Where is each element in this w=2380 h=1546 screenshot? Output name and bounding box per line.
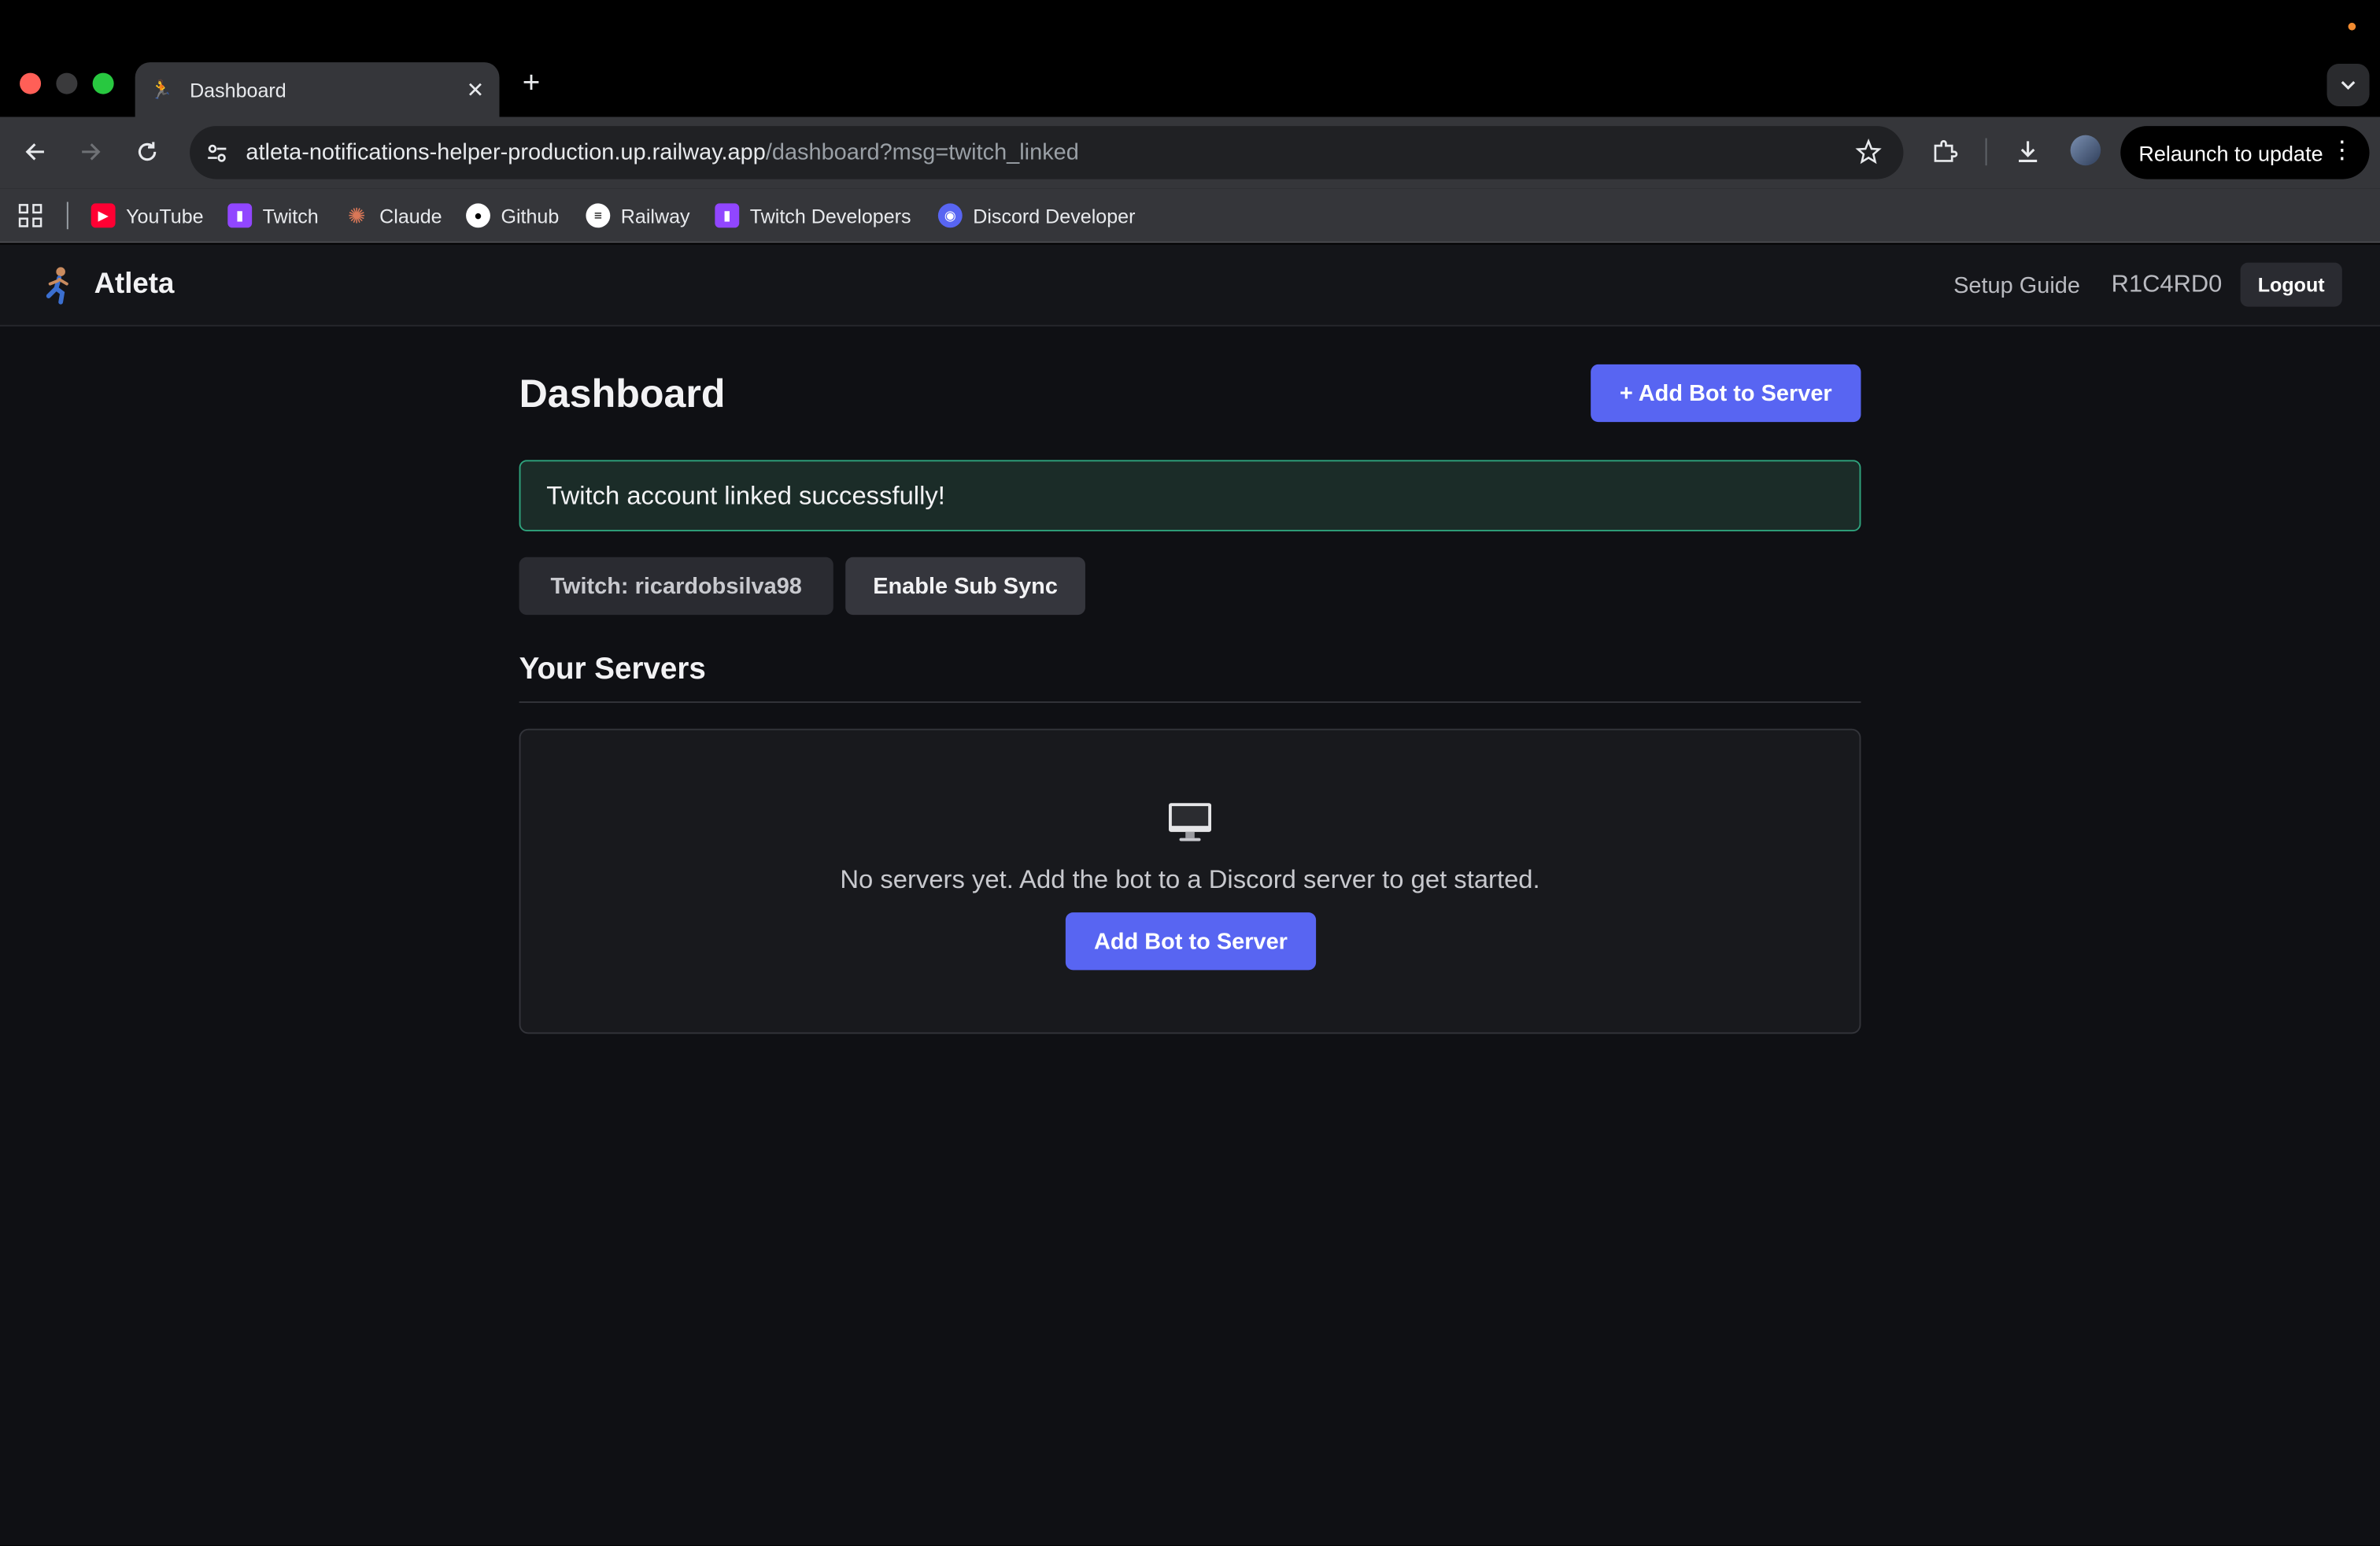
back-button[interactable] (18, 135, 51, 168)
bookmark-twitch-developers[interactable]: ▮ Twitch Developers (715, 202, 911, 230)
runner-logo-icon (46, 267, 68, 305)
bookmark-label: Twitch Developers (749, 204, 911, 227)
apps-grid-icon[interactable] (18, 203, 42, 227)
new-tab-button[interactable]: + (516, 67, 547, 102)
empty-servers-card: No servers yet. Add the bot to a Discord… (519, 728, 1861, 1034)
arrow-right-icon (82, 143, 101, 161)
window-maximize-button[interactable] (92, 72, 114, 94)
address-bar[interactable]: atleta-notifications-helper-production.u… (190, 126, 1904, 179)
extensions-icon[interactable] (1929, 137, 1960, 168)
tab-title: Dashboard (190, 78, 286, 102)
bookmarks-bar: ▶ YouTube ▮ Twitch ✺ Claude ● Github ≡ R… (0, 188, 2380, 243)
reload-icon (138, 142, 157, 161)
url-host: atleta-notifications-helper-production.u… (246, 139, 766, 166)
update-indicator-dot (2348, 22, 2356, 31)
bookmark-label: Twitch (262, 204, 319, 227)
window-close-button[interactable] (20, 72, 42, 94)
tab-search-button[interactable] (2326, 64, 2370, 107)
forward-button[interactable] (75, 135, 108, 168)
browser-toolbar: atleta-notifications-helper-production.u… (0, 117, 2380, 189)
bookmark-label: Github (501, 204, 560, 227)
twitch-icon: ▮ (227, 203, 253, 228)
browser-tab[interactable]: 🏃 Dashboard ✕ (135, 62, 500, 117)
bookmark-claude[interactable]: ✺ Claude (345, 202, 442, 230)
tab-close-icon[interactable]: ✕ (467, 76, 485, 102)
bookmark-discord-developer[interactable]: ◉ Discord Developer (937, 202, 1136, 230)
chevron-down-icon (2341, 81, 2356, 91)
youtube-icon: ▶ (91, 203, 116, 228)
app-header: Atleta Setup Guide R1C4RD0 Logout (0, 244, 2380, 327)
bookmark-label: Discord Developer (973, 204, 1136, 227)
railway-icon: ≡ (586, 203, 611, 228)
screen: 🏃 Dashboard ✕ + atleta-notifications-hel… (0, 0, 2380, 1546)
relaunch-label: Relaunch to update (2138, 140, 2323, 165)
browser-tab-strip: 🏃 Dashboard ✕ + (0, 0, 2380, 117)
bookmark-twitch[interactable]: ▮ Twitch (227, 202, 319, 230)
username-label: R1C4RD0 (2111, 272, 2223, 298)
reload-button[interactable] (131, 135, 164, 168)
bookmark-star-icon[interactable] (1855, 138, 1883, 166)
enable-sub-sync-button[interactable]: Enable Sub Sync (845, 557, 1085, 616)
setup-guide-link[interactable]: Setup Guide (1953, 273, 2080, 299)
bookmark-youtube[interactable]: ▶ YouTube (91, 202, 204, 230)
add-bot-to-server-empty-button[interactable]: Add Bot to Server (1065, 912, 1317, 971)
section-divider (519, 701, 1861, 703)
site-info-icon[interactable] (203, 139, 231, 166)
relaunch-to-update-button[interactable]: Relaunch to update ⋮ (2120, 126, 2370, 179)
empty-state-message: No servers yet. Add the bot to a Discord… (840, 865, 1540, 894)
logout-button[interactable]: Logout (2240, 262, 2342, 307)
bookmark-label: YouTube (126, 204, 204, 227)
url-path: /dashboard?msg=twitch_linked (765, 139, 1079, 166)
github-icon: ● (466, 203, 490, 228)
page-title: Dashboard (519, 370, 726, 416)
claude-icon: ✺ (347, 202, 366, 227)
url-text: atleta-notifications-helper-production.u… (246, 139, 1078, 165)
discord-icon: ◉ (937, 203, 963, 228)
profile-avatar[interactable] (2070, 135, 2101, 166)
bookmark-railway[interactable]: ≡ Railway (586, 202, 690, 230)
more-menu-icon[interactable]: ⋮ (2330, 139, 2354, 166)
web-page: Atleta Setup Guide R1C4RD0 Logout Dashbo… (0, 244, 2380, 1546)
window-minimize-button[interactable] (56, 72, 78, 94)
tab-favicon-icon: 🏃 (150, 79, 173, 101)
arrow-left-icon (25, 143, 44, 161)
bookmark-label: Railway (620, 204, 690, 227)
twitch-account-badge: Twitch: ricardobsilva98 (519, 557, 833, 616)
brand-name[interactable]: Atleta (94, 268, 175, 301)
bookmark-github[interactable]: ● Github (466, 202, 559, 230)
toolbar-divider (1985, 138, 1987, 166)
add-bot-to-server-button[interactable]: + Add Bot to Server (1591, 364, 1861, 423)
servers-heading: Your Servers (519, 653, 706, 686)
bookmark-label: Claude (379, 204, 442, 227)
bookmarks-divider (66, 202, 68, 230)
monitor-icon (1169, 803, 1212, 841)
twitch-icon: ▮ (715, 203, 740, 228)
download-icon[interactable] (2012, 137, 2043, 168)
success-alert: Twitch account linked successfully! (519, 460, 1861, 532)
